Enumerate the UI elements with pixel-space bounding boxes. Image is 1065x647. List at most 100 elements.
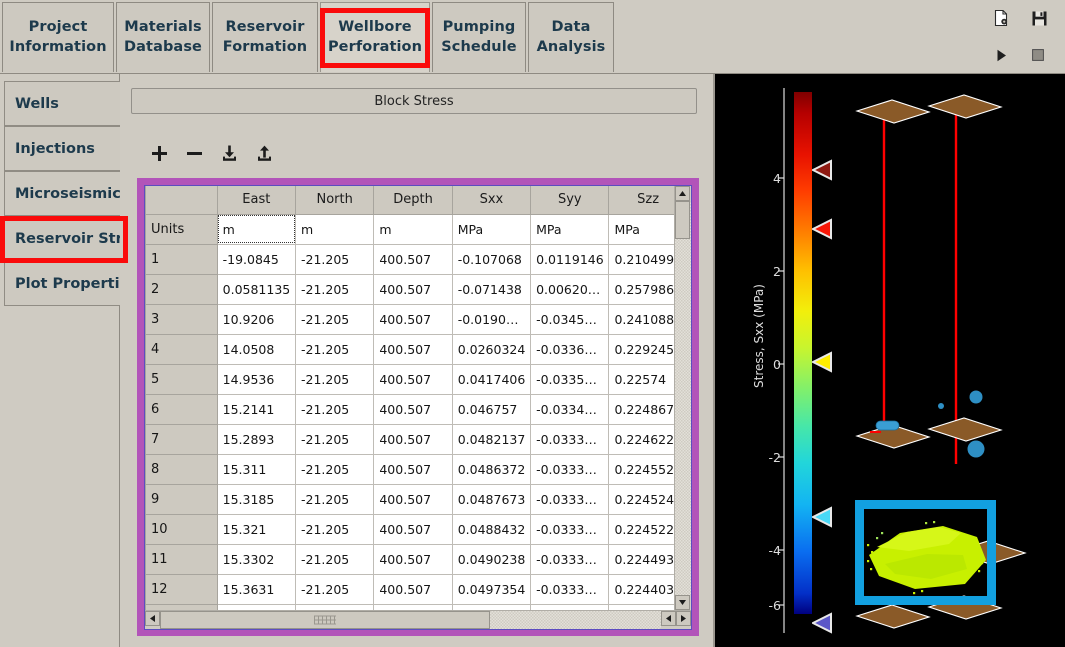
cell-depth[interactable]: 400.507: [373, 543, 453, 575]
cell-units-syy[interactable]: MPa: [530, 213, 610, 245]
cell-syy[interactable]: -0.0334…: [530, 393, 610, 425]
3d-viewport[interactable]: Stress, Sxx (MPa) 4 2 0 -2 -4 -6: [713, 74, 1065, 647]
cell-east[interactable]: 10.9206: [216, 303, 297, 335]
col-header-north[interactable]: North: [294, 186, 375, 215]
cell-syy[interactable]: -0.0336…: [530, 333, 610, 365]
row-header[interactable]: 12: [145, 573, 218, 605]
tab-data-analysis[interactable]: Data Analysis: [528, 2, 614, 72]
run-icon[interactable]: [993, 46, 1011, 64]
cell-east[interactable]: 15.3185: [216, 483, 297, 515]
col-header-corner[interactable]: [145, 186, 218, 215]
save-icon[interactable]: [1030, 9, 1048, 27]
cell-sxx[interactable]: -0.0190…: [451, 303, 532, 335]
cell-north[interactable]: -21.205: [294, 243, 375, 275]
cell-syy[interactable]: -0.0333…: [530, 483, 610, 515]
sidebar-item-plot-properties[interactable]: Plot Propertie: [4, 261, 126, 306]
cell-depth[interactable]: 400.507: [373, 333, 453, 365]
colorbar-marker-max[interactable]: [812, 159, 834, 181]
cell-sxx[interactable]: 0.046757: [451, 393, 532, 425]
cell-units-sxx[interactable]: MPa: [451, 213, 532, 245]
cell-north[interactable]: -21.205: [294, 513, 375, 545]
tab-pumping-schedule[interactable]: Pumping Schedule: [432, 2, 526, 72]
stop-icon[interactable]: [1029, 46, 1047, 64]
tab-reservoir-formation[interactable]: Reservoir Formation: [212, 2, 318, 72]
cell-syy[interactable]: -0.0335…: [530, 363, 610, 395]
export-button[interactable]: [249, 138, 279, 168]
cell-syy[interactable]: -0.0345…: [530, 303, 610, 335]
cell-sxx[interactable]: 0.0482137: [451, 423, 532, 455]
row-header[interactable]: 1: [145, 243, 218, 275]
row-header-units[interactable]: Units: [145, 213, 218, 245]
cell-sxx[interactable]: 0.0486372: [451, 453, 532, 485]
cell-syy[interactable]: 0.0119146: [530, 243, 610, 275]
tab-project-information[interactable]: Project Information: [2, 2, 114, 72]
vscroll-down-arrow[interactable]: [675, 595, 690, 610]
row-header[interactable]: 5: [145, 363, 218, 395]
row-header[interactable]: 11: [145, 543, 218, 575]
cell-syy[interactable]: -0.0333…: [530, 423, 610, 455]
hscroll-left-arrow[interactable]: [145, 611, 160, 626]
cell-depth[interactable]: 400.507: [373, 453, 453, 485]
cell-sxx[interactable]: -0.107068: [451, 243, 532, 275]
cell-sxx[interactable]: -0.071438: [451, 273, 532, 305]
cell-sxx[interactable]: 0.0417406: [451, 363, 532, 395]
cell-north[interactable]: -21.205: [294, 483, 375, 515]
cell-east[interactable]: 0.0581135: [216, 273, 297, 305]
vscroll-up-arrow[interactable]: [675, 186, 690, 201]
cell-north[interactable]: -21.205: [294, 333, 375, 365]
vscroll-thumb[interactable]: [675, 201, 690, 239]
cell-east[interactable]: 15.311: [216, 453, 297, 485]
reservoir-stress-table[interactable]: East North Depth Sxx Syy Szz Sxy Units m: [144, 185, 692, 630]
cell-depth[interactable]: 400.507: [373, 243, 453, 275]
block-stress-button[interactable]: Block Stress: [131, 88, 697, 114]
cell-east[interactable]: 15.3302: [216, 543, 297, 575]
cell-sxx[interactable]: 0.0487673: [451, 483, 532, 515]
cell-depth[interactable]: 400.507: [373, 393, 453, 425]
cell-north[interactable]: -21.205: [294, 423, 375, 455]
cell-syy[interactable]: 0.00620…: [530, 273, 610, 305]
colorbar-marker-mid[interactable]: [812, 351, 834, 373]
cell-east[interactable]: -19.0845: [216, 243, 297, 275]
cell-north[interactable]: -21.205: [294, 363, 375, 395]
tab-materials-database[interactable]: Materials Database: [116, 2, 210, 72]
sidebar-item-microseismic[interactable]: Microseismic: [4, 171, 126, 216]
cell-north[interactable]: -21.205: [294, 303, 375, 335]
cell-north[interactable]: -21.205: [294, 573, 375, 605]
add-row-button[interactable]: [144, 138, 174, 168]
cell-units-depth[interactable]: m: [373, 213, 453, 245]
colorbar-marker-min[interactable]: [812, 612, 834, 634]
hscroll-right-arrow[interactable]: [676, 611, 691, 626]
cell-depth[interactable]: 400.507: [373, 483, 453, 515]
col-header-syy[interactable]: Syy: [530, 186, 610, 215]
table-horizontal-scrollbar[interactable]: [145, 610, 691, 629]
colorbar-marker-lower[interactable]: [812, 506, 834, 528]
cell-east[interactable]: 15.2893: [216, 423, 297, 455]
col-header-east[interactable]: East: [216, 186, 297, 215]
new-document-icon[interactable]: [992, 9, 1010, 27]
sidebar-item-injections[interactable]: Injections: [4, 126, 126, 171]
cell-north[interactable]: -21.205: [294, 273, 375, 305]
cell-east[interactable]: 14.0508: [216, 333, 297, 365]
cell-east[interactable]: 15.321: [216, 513, 297, 545]
cell-depth[interactable]: 400.507: [373, 273, 453, 305]
col-header-depth[interactable]: Depth: [373, 186, 453, 215]
row-header[interactable]: 6: [145, 393, 218, 425]
table-vertical-scrollbar[interactable]: [674, 186, 691, 610]
colorbar-marker-upper[interactable]: [812, 218, 834, 240]
cell-syy[interactable]: -0.0333…: [530, 543, 610, 575]
row-header[interactable]: 7: [145, 423, 218, 455]
hscroll-track[interactable]: [490, 611, 661, 629]
cell-north[interactable]: -21.205: [294, 543, 375, 575]
cell-depth[interactable]: 400.507: [373, 513, 453, 545]
cell-syy[interactable]: -0.0333…: [530, 513, 610, 545]
row-header[interactable]: 4: [145, 333, 218, 365]
cell-depth[interactable]: 400.507: [373, 363, 453, 395]
3d-scene[interactable]: [845, 74, 1065, 647]
cell-sxx[interactable]: 0.0497354: [451, 573, 532, 605]
cell-units-north[interactable]: m: [294, 213, 375, 245]
cell-depth[interactable]: 400.507: [373, 573, 453, 605]
cell-syy[interactable]: -0.0333…: [530, 573, 610, 605]
import-button[interactable]: [214, 138, 244, 168]
vscroll-track[interactable]: [675, 201, 691, 595]
cell-units-east[interactable]: m: [216, 213, 297, 245]
